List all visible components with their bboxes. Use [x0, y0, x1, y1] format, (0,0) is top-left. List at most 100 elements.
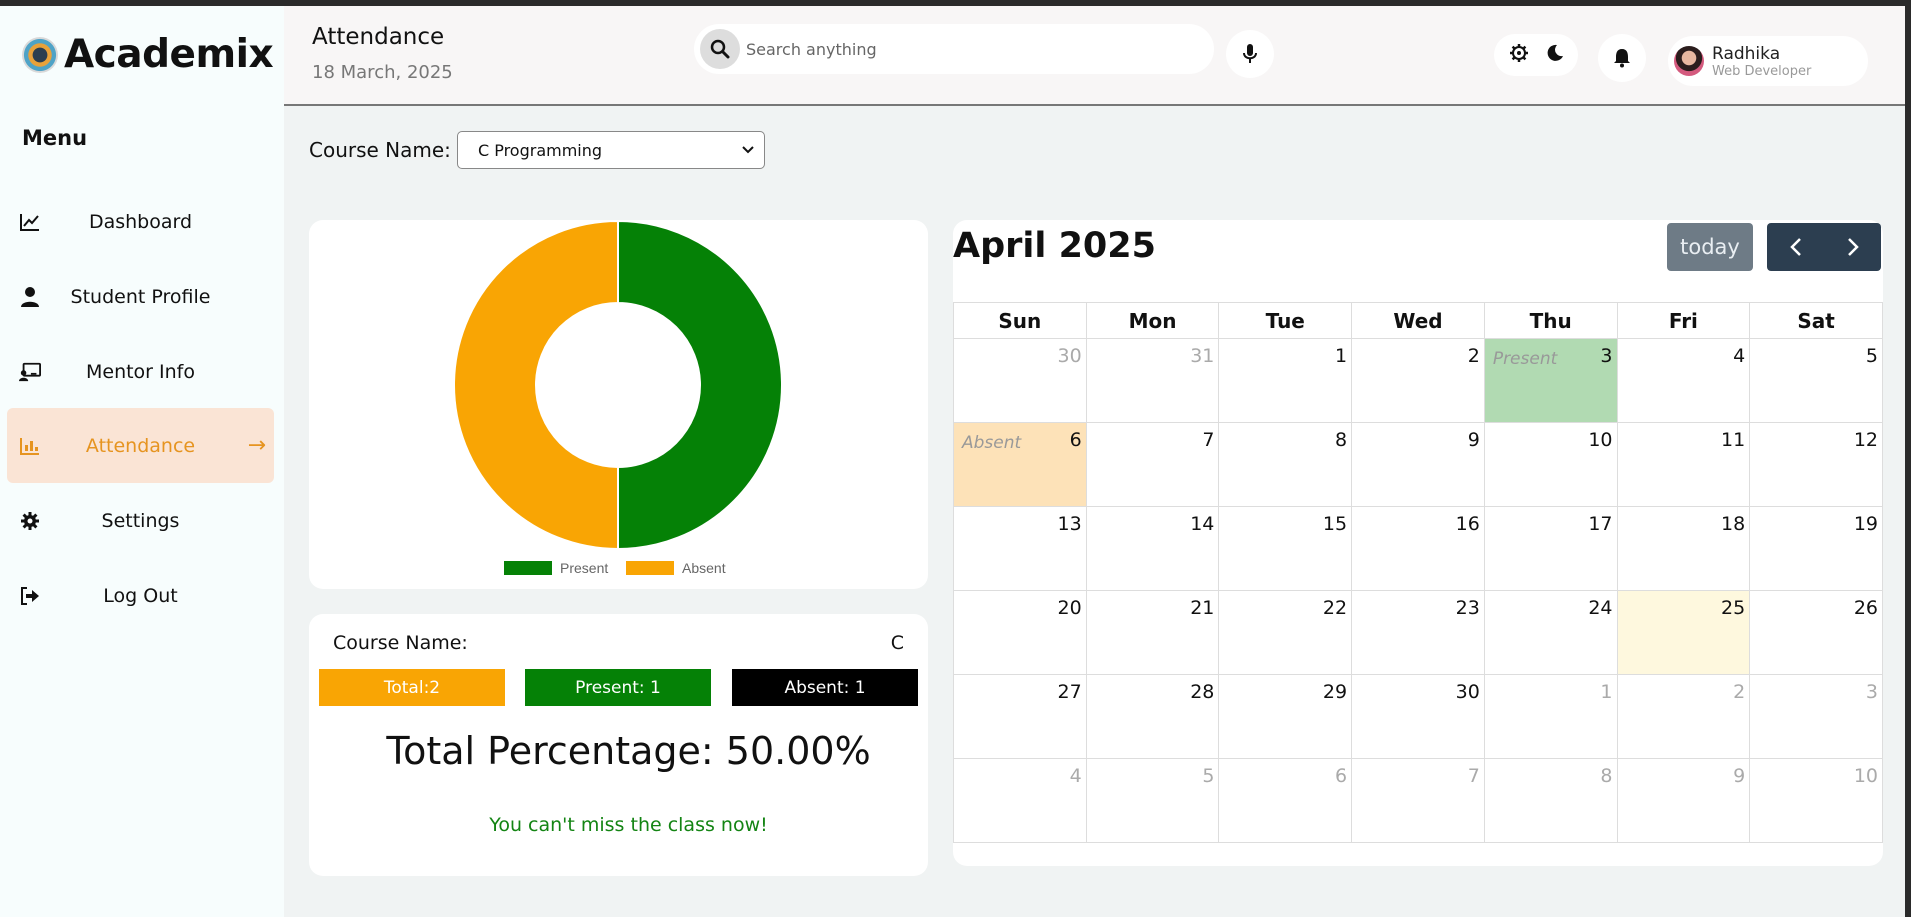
- course-select[interactable]: C Programming: [456, 131, 765, 169]
- search-input[interactable]: [746, 39, 1186, 59]
- day-number[interactable]: 4: [1733, 345, 1745, 367]
- calendar-day[interactable]: 27: [953, 674, 1087, 759]
- day-number[interactable]: 10: [1588, 429, 1612, 451]
- day-number[interactable]: 21: [1190, 597, 1214, 619]
- day-number[interactable]: 3: [1866, 681, 1878, 703]
- calendar-day[interactable]: 29: [1218, 674, 1353, 759]
- sidebar-item-attendance[interactable]: Attendance →: [7, 408, 274, 483]
- day-number[interactable]: 7: [1202, 429, 1214, 451]
- calendar-day[interactable]: 4: [953, 758, 1087, 843]
- day-number[interactable]: 1: [1335, 345, 1347, 367]
- calendar-day[interactable]: 7: [1351, 758, 1485, 843]
- gear-icon[interactable]: [1509, 43, 1529, 67]
- calendar-day[interactable]: 8: [1483, 758, 1618, 843]
- calendar-day[interactable]: 7: [1085, 422, 1220, 507]
- user-profile[interactable]: Radhika Web Developer: [1668, 36, 1868, 86]
- day-number[interactable]: 2: [1733, 681, 1745, 703]
- calendar-day[interactable]: 31: [1085, 338, 1220, 423]
- calendar-day[interactable]: 24: [1483, 590, 1618, 675]
- calendar-day[interactable]: 20: [953, 590, 1087, 675]
- day-number[interactable]: 19: [1854, 513, 1878, 535]
- notifications-button[interactable]: [1598, 34, 1646, 82]
- day-number[interactable]: 3: [1600, 345, 1612, 367]
- legend-label-absent[interactable]: Absent: [682, 560, 726, 576]
- day-number[interactable]: 31: [1190, 345, 1214, 367]
- next-month-button[interactable]: [1824, 223, 1881, 271]
- calendar-day[interactable]: 14: [1085, 506, 1220, 591]
- legend-swatch-absent[interactable]: [626, 561, 674, 575]
- day-number[interactable]: 2: [1468, 345, 1480, 367]
- sidebar-item-dashboard[interactable]: Dashboard: [7, 184, 274, 259]
- day-number[interactable]: 18: [1721, 513, 1745, 535]
- calendar-day[interactable]: 17: [1483, 506, 1618, 591]
- calendar-day[interactable]: 3: [1749, 674, 1883, 759]
- day-number[interactable]: 27: [1058, 681, 1082, 703]
- calendar-day[interactable]: 21: [1085, 590, 1220, 675]
- calendar-day[interactable]: 9: [1351, 422, 1485, 507]
- day-number[interactable]: 9: [1733, 765, 1745, 787]
- calendar-day[interactable]: 25: [1616, 590, 1751, 675]
- sidebar-item-mentor-info[interactable]: Mentor Info: [7, 334, 274, 409]
- calendar-day[interactable]: 4: [1616, 338, 1751, 423]
- calendar-day[interactable]: 2: [1616, 674, 1751, 759]
- today-button[interactable]: today: [1667, 223, 1753, 271]
- calendar-event[interactable]: Absent: [962, 433, 1021, 453]
- day-number[interactable]: 6: [1070, 429, 1082, 451]
- day-number[interactable]: 1: [1600, 681, 1612, 703]
- search-icon[interactable]: [700, 29, 740, 69]
- donut-slice-absent[interactable]: [453, 219, 619, 551]
- day-number[interactable]: 7: [1468, 765, 1480, 787]
- calendar-day[interactable]: 28: [1085, 674, 1220, 759]
- moon-icon[interactable]: [1546, 44, 1564, 66]
- calendar-day[interactable]: 19: [1749, 506, 1883, 591]
- calendar-day[interactable]: 22: [1218, 590, 1353, 675]
- calendar-day[interactable]: 26: [1749, 590, 1883, 675]
- prev-month-button[interactable]: [1767, 223, 1824, 271]
- calendar-day[interactable]: 2: [1351, 338, 1485, 423]
- calendar-day[interactable]: 10: [1749, 758, 1883, 843]
- day-number[interactable]: 15: [1323, 513, 1347, 535]
- day-number[interactable]: 25: [1721, 597, 1745, 619]
- calendar-event[interactable]: Present: [1493, 349, 1557, 369]
- calendar-day[interactable]: 12: [1749, 422, 1883, 507]
- day-number[interactable]: 22: [1323, 597, 1347, 619]
- brand[interactable]: Academix: [22, 32, 274, 77]
- day-number[interactable]: 11: [1721, 429, 1745, 451]
- calendar-day[interactable]: 23: [1351, 590, 1485, 675]
- day-number[interactable]: 30: [1456, 681, 1480, 703]
- day-number[interactable]: 8: [1335, 429, 1347, 451]
- calendar-day[interactable]: 16: [1351, 506, 1485, 591]
- calendar-day[interactable]: 18: [1616, 506, 1751, 591]
- day-number[interactable]: 5: [1202, 765, 1214, 787]
- calendar-day[interactable]: 6: [1218, 758, 1353, 843]
- day-number[interactable]: 23: [1456, 597, 1480, 619]
- day-number[interactable]: 14: [1190, 513, 1214, 535]
- day-number[interactable]: 24: [1588, 597, 1612, 619]
- day-number[interactable]: 5: [1866, 345, 1878, 367]
- day-number[interactable]: 8: [1600, 765, 1612, 787]
- day-number[interactable]: 9: [1468, 429, 1480, 451]
- calendar-day[interactable]: 10: [1483, 422, 1618, 507]
- day-number[interactable]: 4: [1070, 765, 1082, 787]
- calendar-day[interactable]: 30: [1351, 674, 1485, 759]
- donut-slice-present[interactable]: [617, 219, 783, 551]
- legend-label-present[interactable]: Present: [560, 560, 608, 576]
- sidebar-item-settings[interactable]: Settings: [7, 483, 274, 558]
- calendar-day[interactable]: 1: [1218, 338, 1353, 423]
- day-number[interactable]: 6: [1335, 765, 1347, 787]
- sidebar-item-log-out[interactable]: Log Out: [7, 558, 274, 633]
- calendar-day[interactable]: 13: [953, 506, 1087, 591]
- day-number[interactable]: 30: [1058, 345, 1082, 367]
- day-number[interactable]: 26: [1854, 597, 1878, 619]
- sidebar-item-student-profile[interactable]: Student Profile: [7, 259, 274, 334]
- calendar-day[interactable]: 5: [1749, 338, 1883, 423]
- calendar-day[interactable]: Present 3: [1483, 338, 1618, 423]
- day-number[interactable]: 12: [1854, 429, 1878, 451]
- day-number[interactable]: 13: [1058, 513, 1082, 535]
- day-number[interactable]: 10: [1854, 765, 1878, 787]
- day-number[interactable]: 16: [1456, 513, 1480, 535]
- microphone-button[interactable]: [1226, 30, 1274, 78]
- calendar-day[interactable]: 8: [1218, 422, 1353, 507]
- day-number[interactable]: 29: [1323, 681, 1347, 703]
- day-number[interactable]: 20: [1058, 597, 1082, 619]
